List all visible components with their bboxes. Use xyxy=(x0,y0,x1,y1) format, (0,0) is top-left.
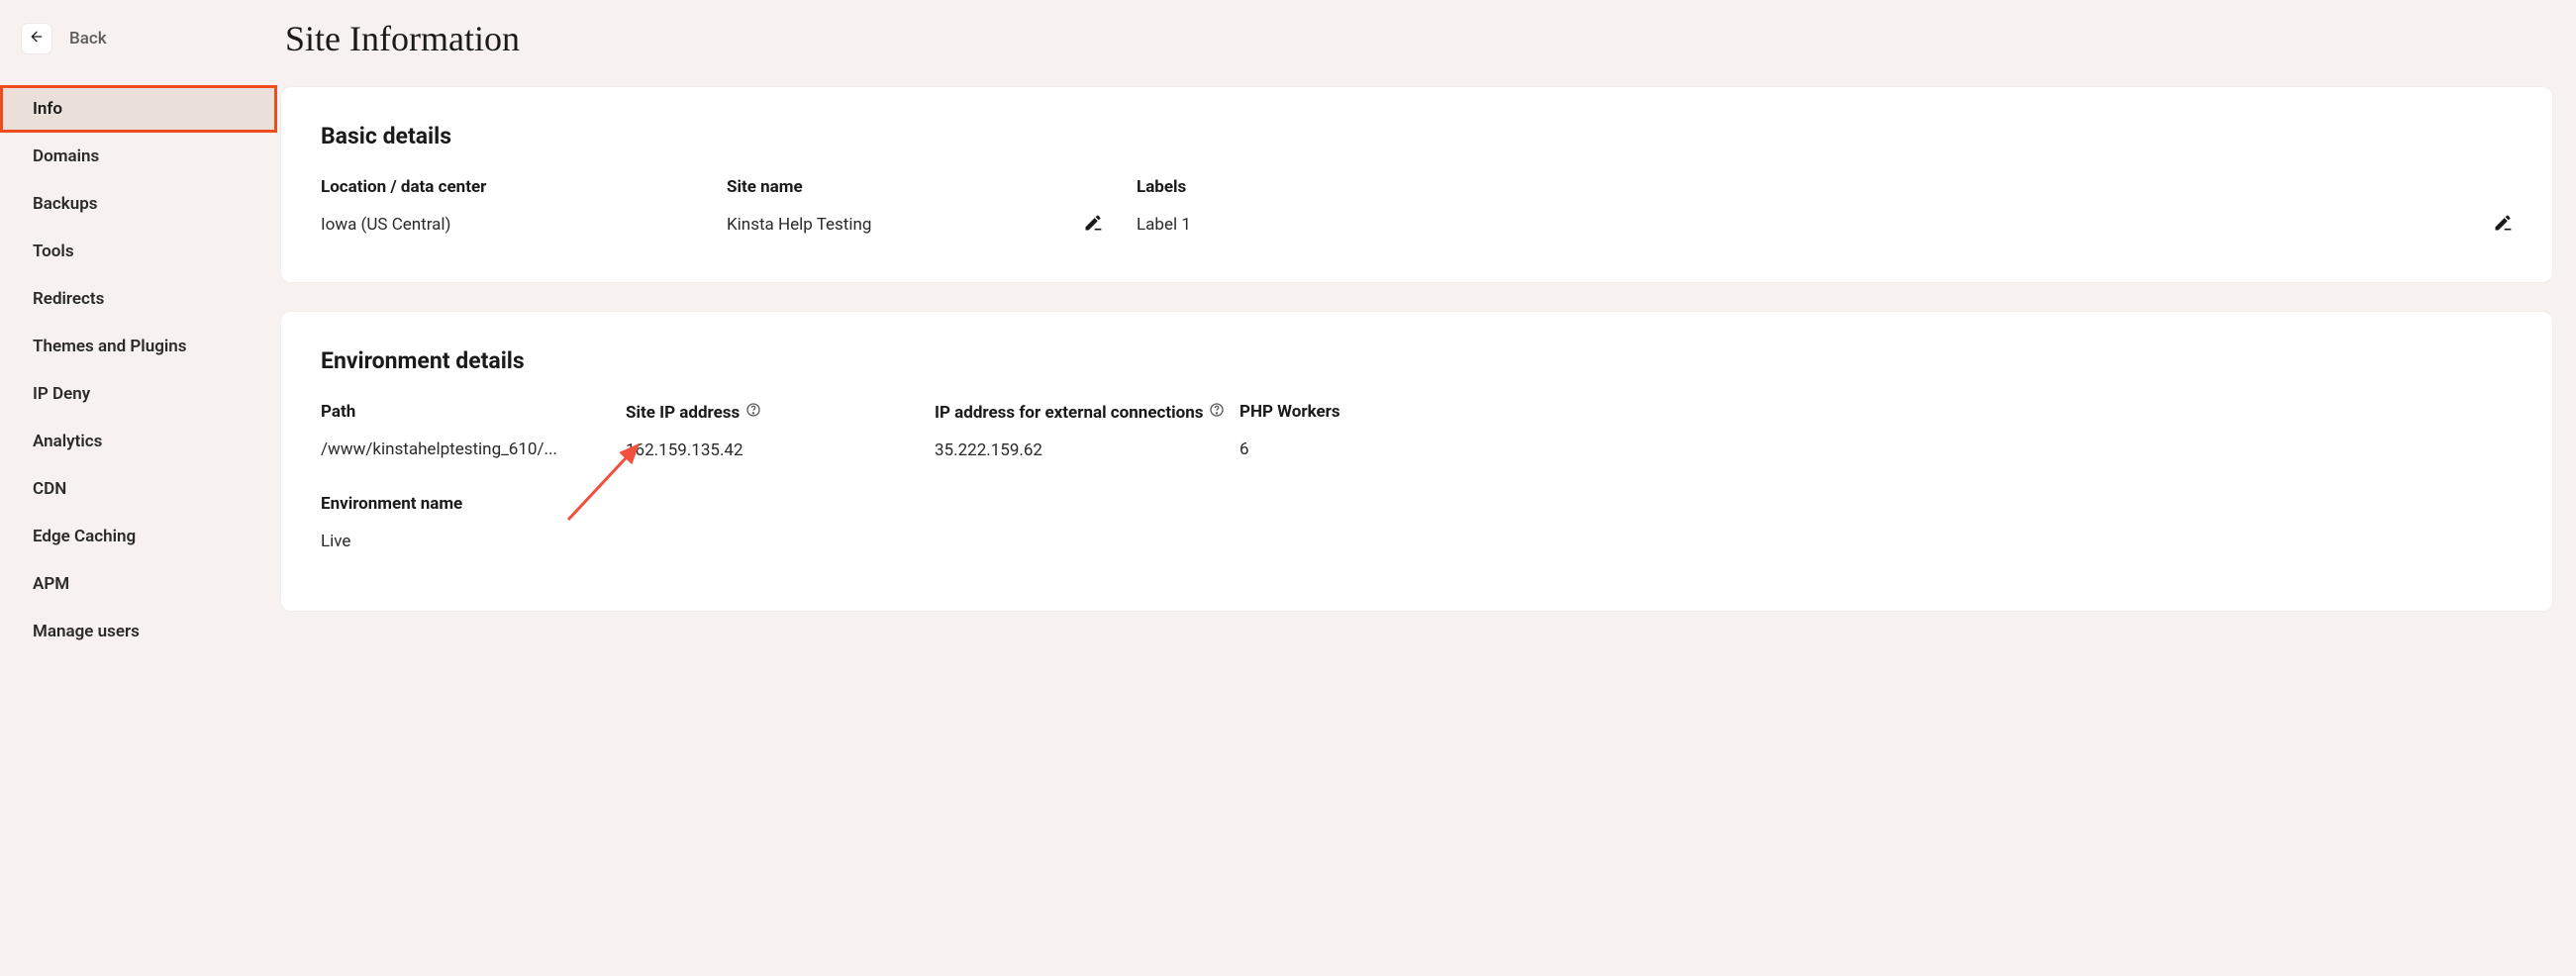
location-value: Iowa (US Central) xyxy=(321,215,727,235)
site-ip-label: Site IP address xyxy=(626,402,935,423)
basic-details-heading: Basic details xyxy=(321,123,2513,149)
sidebar-item-manage-users[interactable]: Manage users xyxy=(0,608,277,655)
sidebar-item-backups[interactable]: Backups xyxy=(0,180,277,228)
environment-details-card: Environment details Path /www/kinstahelp… xyxy=(281,312,2552,611)
ext-ip-cell: IP address for external connections 35.2… xyxy=(935,402,1239,460)
labels-cell: Labels Label 1 xyxy=(1137,177,2513,235)
env-name-cell: Environment name Live xyxy=(321,494,626,551)
location-label: Location / data center xyxy=(321,177,727,197)
site-ip-value: 162.159.135.42 xyxy=(626,440,935,460)
sidebar-item-analytics[interactable]: Analytics xyxy=(0,418,277,465)
edit-labels-button[interactable] xyxy=(2493,213,2513,237)
sidebar: Back Info Domains Backups Tools Redirect… xyxy=(0,0,277,976)
basic-details-row: Location / data center Iowa (US Central)… xyxy=(321,177,2513,235)
ext-ip-value: 35.222.159.62 xyxy=(935,440,1239,460)
arrow-left-icon xyxy=(29,29,45,49)
back-label: Back xyxy=(69,29,107,49)
path-cell: Path /www/kinstahelptesting_610/... xyxy=(321,402,626,460)
env-name-value: Live xyxy=(321,532,626,551)
ext-ip-label-text: IP address for external connections xyxy=(935,403,1203,423)
labels-value: Label 1 xyxy=(1137,215,2513,235)
sidebar-item-tools[interactable]: Tools xyxy=(0,228,277,275)
pencil-icon xyxy=(2493,218,2513,237)
site-ip-cell: Site IP address 162.159.135.42 xyxy=(626,402,935,460)
edit-site-name-button[interactable] xyxy=(1083,213,1103,237)
location-cell: Location / data center Iowa (US Central) xyxy=(321,177,727,235)
ext-ip-label: IP address for external connections xyxy=(935,402,1239,423)
env-row-2: Environment name Live xyxy=(321,494,2513,551)
site-name-cell: Site name Kinsta Help Testing xyxy=(727,177,1137,235)
sidebar-item-domains[interactable]: Domains xyxy=(0,133,277,180)
php-workers-value: 6 xyxy=(1239,439,1437,459)
php-workers-label: PHP Workers xyxy=(1239,402,1437,422)
main-content: Site Information Basic details Location … xyxy=(277,0,2576,976)
sidebar-item-cdn[interactable]: CDN xyxy=(0,465,277,513)
back-row: Back xyxy=(0,24,277,79)
back-button[interactable] xyxy=(22,24,51,53)
site-ip-label-text: Site IP address xyxy=(626,403,740,423)
site-name-label: Site name xyxy=(727,177,1137,197)
php-workers-cell: PHP Workers 6 xyxy=(1239,402,1437,460)
sidebar-item-info[interactable]: Info xyxy=(0,85,277,133)
site-name-value: Kinsta Help Testing xyxy=(727,215,1137,235)
help-icon[interactable] xyxy=(1209,402,1225,423)
path-value: /www/kinstahelptesting_610/... xyxy=(321,439,626,459)
basic-details-card: Basic details Location / data center Iow… xyxy=(281,87,2552,282)
sidebar-nav: Info Domains Backups Tools Redirects The… xyxy=(0,79,277,655)
environment-details-heading: Environment details xyxy=(321,347,2513,374)
sidebar-item-apm[interactable]: APM xyxy=(0,560,277,608)
page-title: Site Information xyxy=(285,18,2552,59)
sidebar-item-themes-and-plugins[interactable]: Themes and Plugins xyxy=(0,323,277,370)
env-row-1: Path /www/kinstahelptesting_610/... Site… xyxy=(321,402,2513,460)
path-label: Path xyxy=(321,402,626,422)
help-icon[interactable] xyxy=(745,402,761,423)
sidebar-item-edge-caching[interactable]: Edge Caching xyxy=(0,513,277,560)
sidebar-item-redirects[interactable]: Redirects xyxy=(0,275,277,323)
env-name-label: Environment name xyxy=(321,494,626,514)
pencil-icon xyxy=(1083,218,1103,237)
sidebar-item-ip-deny[interactable]: IP Deny xyxy=(0,370,277,418)
labels-label: Labels xyxy=(1137,177,2513,197)
